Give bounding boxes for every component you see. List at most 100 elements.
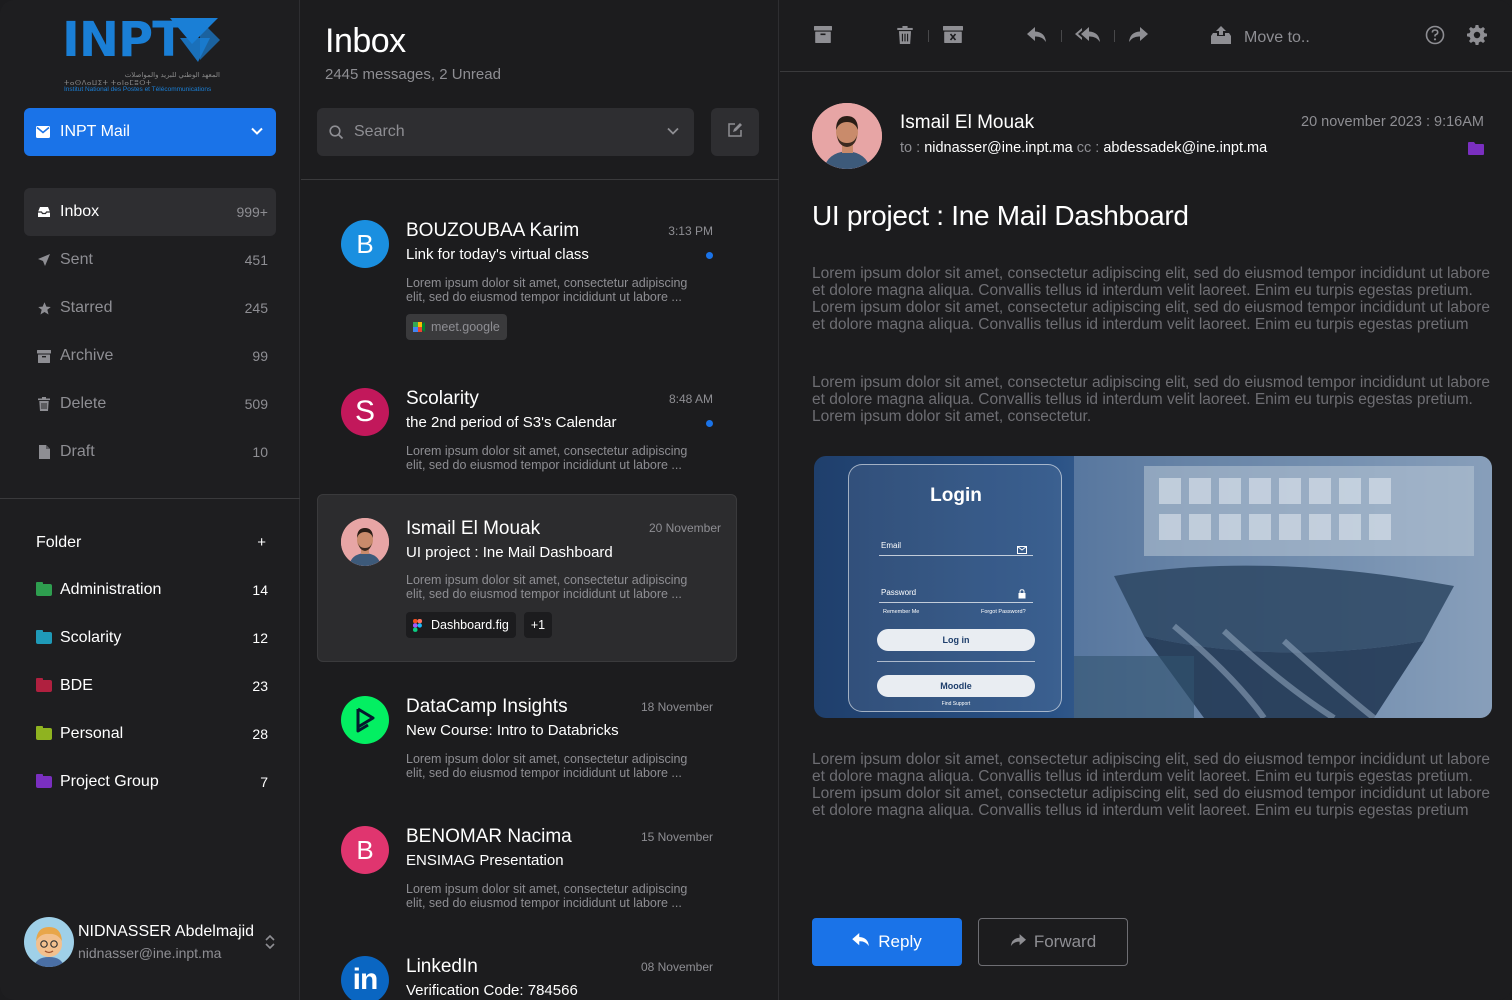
- nav-label: Starred: [60, 299, 113, 316]
- mail-time: 08 November: [640, 960, 713, 974]
- logo-full-name: Institut National des Postes et Télécomm…: [64, 86, 212, 93]
- nav-count: 10: [252, 444, 268, 460]
- trash-icon: [36, 396, 52, 412]
- add-folder-button[interactable]: +: [257, 534, 268, 552]
- mail-item[interactable]: in LinkedIn 08 November Verification Cod…: [317, 932, 737, 1000]
- reply-toolbar-button[interactable]: [1026, 26, 1048, 48]
- sender-avatar: B: [341, 220, 389, 268]
- archive-button[interactable]: [812, 26, 834, 48]
- folder-label: Project Group: [60, 773, 159, 790]
- compose-button[interactable]: [711, 108, 759, 156]
- user-profile[interactable]: NIDNASSER Abdelmajid nidnasser@ine.inpt.…: [24, 916, 276, 968]
- mail-preview: Lorem ipsum dolor sit amet, consectetur …: [406, 444, 688, 472]
- user-email: nidnasser@ine.inpt.ma: [78, 945, 222, 961]
- nav-count: 451: [244, 252, 268, 268]
- nav-item-inbox[interactable]: Inbox 999+: [24, 188, 276, 236]
- to-address[interactable]: nidnasser@ine.inpt.ma: [924, 140, 1073, 156]
- attachment-chip[interactable]: Dashboard.fig: [406, 612, 516, 638]
- mail-from: BENOMAR Nacima: [406, 826, 572, 847]
- mail-from: BOUZOUBAA Karim: [406, 220, 580, 241]
- nav-count: 509: [244, 396, 268, 412]
- mail-icon: [1017, 541, 1027, 559]
- logo-text: INPT: [62, 12, 185, 68]
- email-underline: [879, 555, 1033, 556]
- mail-paragraph: Lorem ipsum dolor sit amet, consectetur …: [812, 265, 1491, 333]
- spam-button[interactable]: [942, 26, 964, 48]
- archive-icon: [814, 26, 832, 48]
- attachment-chip[interactable]: meet.google: [406, 314, 507, 340]
- to-label: to :: [900, 140, 921, 156]
- mail-time: 15 November: [640, 830, 713, 844]
- attached-image[interactable]: Login Email Password Remember Me Forgot …: [814, 456, 1492, 718]
- recipients: to : nidnasser@ine.inpt.ma cc : abdessad…: [900, 140, 1267, 156]
- folder-item-project-group[interactable]: Project Group 7: [24, 758, 276, 806]
- archive-x-icon: [943, 26, 963, 48]
- nav-count: 245: [244, 300, 268, 316]
- folder-icon[interactable]: [1468, 142, 1484, 160]
- move-to-button[interactable]: Move to..: [1210, 26, 1310, 50]
- chevron-down-icon: [250, 124, 264, 143]
- folder-item-administration[interactable]: Administration 14: [24, 566, 276, 614]
- sender-avatar: B: [341, 826, 389, 874]
- folder-item-personal[interactable]: Personal 28: [24, 710, 276, 758]
- attachment-chips: meet.google: [406, 314, 507, 340]
- mail-list-panel: Inbox 2445 messages, 2 Unread B BOUZOUBA…: [301, 0, 779, 1000]
- folder-header: Folder +: [36, 534, 268, 552]
- mail-title: UI project : Ine Mail Dashboard: [812, 200, 1189, 231]
- search-input[interactable]: [354, 123, 654, 141]
- attachment-chips: Dashboard.fig +1: [406, 612, 553, 638]
- reply-button[interactable]: Reply: [812, 918, 962, 966]
- mail-item-selected[interactable]: Ismail El Mouak 20 November UI project :…: [317, 494, 737, 662]
- nav-item-starred[interactable]: Starred 245: [24, 284, 276, 332]
- forward-button[interactable]: Forward: [978, 918, 1128, 966]
- move-tray-icon: [1210, 26, 1232, 50]
- sidebar-divider: [0, 498, 300, 499]
- folder-count: 7: [260, 774, 268, 790]
- mail-subject: the 2nd period of S3's Calendar: [406, 414, 617, 431]
- chip-label: Dashboard.fig: [431, 618, 509, 632]
- folder-label: Administration: [60, 581, 162, 598]
- toolbar-separator: [1061, 30, 1062, 42]
- google-meet-icon: [413, 321, 425, 333]
- forgot-password-label: Forgot Password?: [981, 609, 1026, 615]
- folder-count: 28: [252, 726, 268, 742]
- more-attachments-chip[interactable]: +1: [523, 612, 553, 638]
- sender-name: Ismail El Mouak: [900, 112, 1035, 133]
- mail-time: 8:48 AM: [668, 392, 713, 406]
- inbox-icon: [36, 204, 52, 220]
- nav-item-archive[interactable]: Archive 99: [24, 332, 276, 380]
- mailbox-nav: Inbox 999+ Sent 451 Starred 245 Archive …: [24, 188, 276, 476]
- folder-count: 23: [252, 678, 268, 694]
- reading-pane: Move to.. Ismail El Mouak to : nidnasser…: [780, 0, 1512, 1000]
- chevron-down-icon[interactable]: [666, 124, 680, 143]
- folder-icon: [36, 630, 52, 644]
- nav-label: Sent: [60, 251, 93, 268]
- folder-icon: [36, 774, 52, 788]
- mail-paragraph: Lorem ipsum dolor sit amet, consectetur …: [812, 374, 1491, 425]
- nav-item-delete[interactable]: Delete 509: [24, 380, 276, 428]
- settings-button[interactable]: [1466, 24, 1488, 48]
- help-button[interactable]: [1424, 25, 1446, 48]
- folder-item-bde[interactable]: BDE 23: [24, 662, 276, 710]
- nav-item-sent[interactable]: Sent 451: [24, 236, 276, 284]
- delete-button[interactable]: [894, 25, 916, 48]
- folder-item-scolarity[interactable]: Scolarity 12: [24, 614, 276, 662]
- nav-item-draft[interactable]: Draft 10: [24, 428, 276, 476]
- login-card: Login Email Password Remember Me Forgot …: [848, 464, 1062, 712]
- star-icon: [36, 300, 52, 316]
- mail-time: 18 November: [640, 700, 713, 714]
- forward-toolbar-button[interactable]: [1127, 26, 1149, 48]
- sidebar: INPT المعهد الوطني للبريد والمواصلات ⵜⴰⵙ…: [0, 0, 300, 1000]
- message-count: 2445 messages, 2 Unread: [325, 66, 501, 83]
- sender-avatar: [812, 103, 882, 169]
- reply-all-icon: [1075, 26, 1101, 48]
- chevron-up-down-icon[interactable]: [264, 934, 276, 955]
- cc-address[interactable]: abdessadek@ine.inpt.ma: [1103, 140, 1267, 156]
- mail-subject: New Course: Intro to Databricks: [406, 722, 619, 739]
- search-icon: [329, 124, 344, 140]
- reply-all-button[interactable]: [1074, 26, 1102, 48]
- search-bar[interactable]: [317, 108, 694, 156]
- account-switcher-button[interactable]: INPT Mail: [24, 108, 276, 156]
- nav-count: 99: [252, 348, 268, 364]
- mail-item[interactable]: B BOUZOUBAA Karim 3:13 PM Link for today…: [317, 196, 737, 364]
